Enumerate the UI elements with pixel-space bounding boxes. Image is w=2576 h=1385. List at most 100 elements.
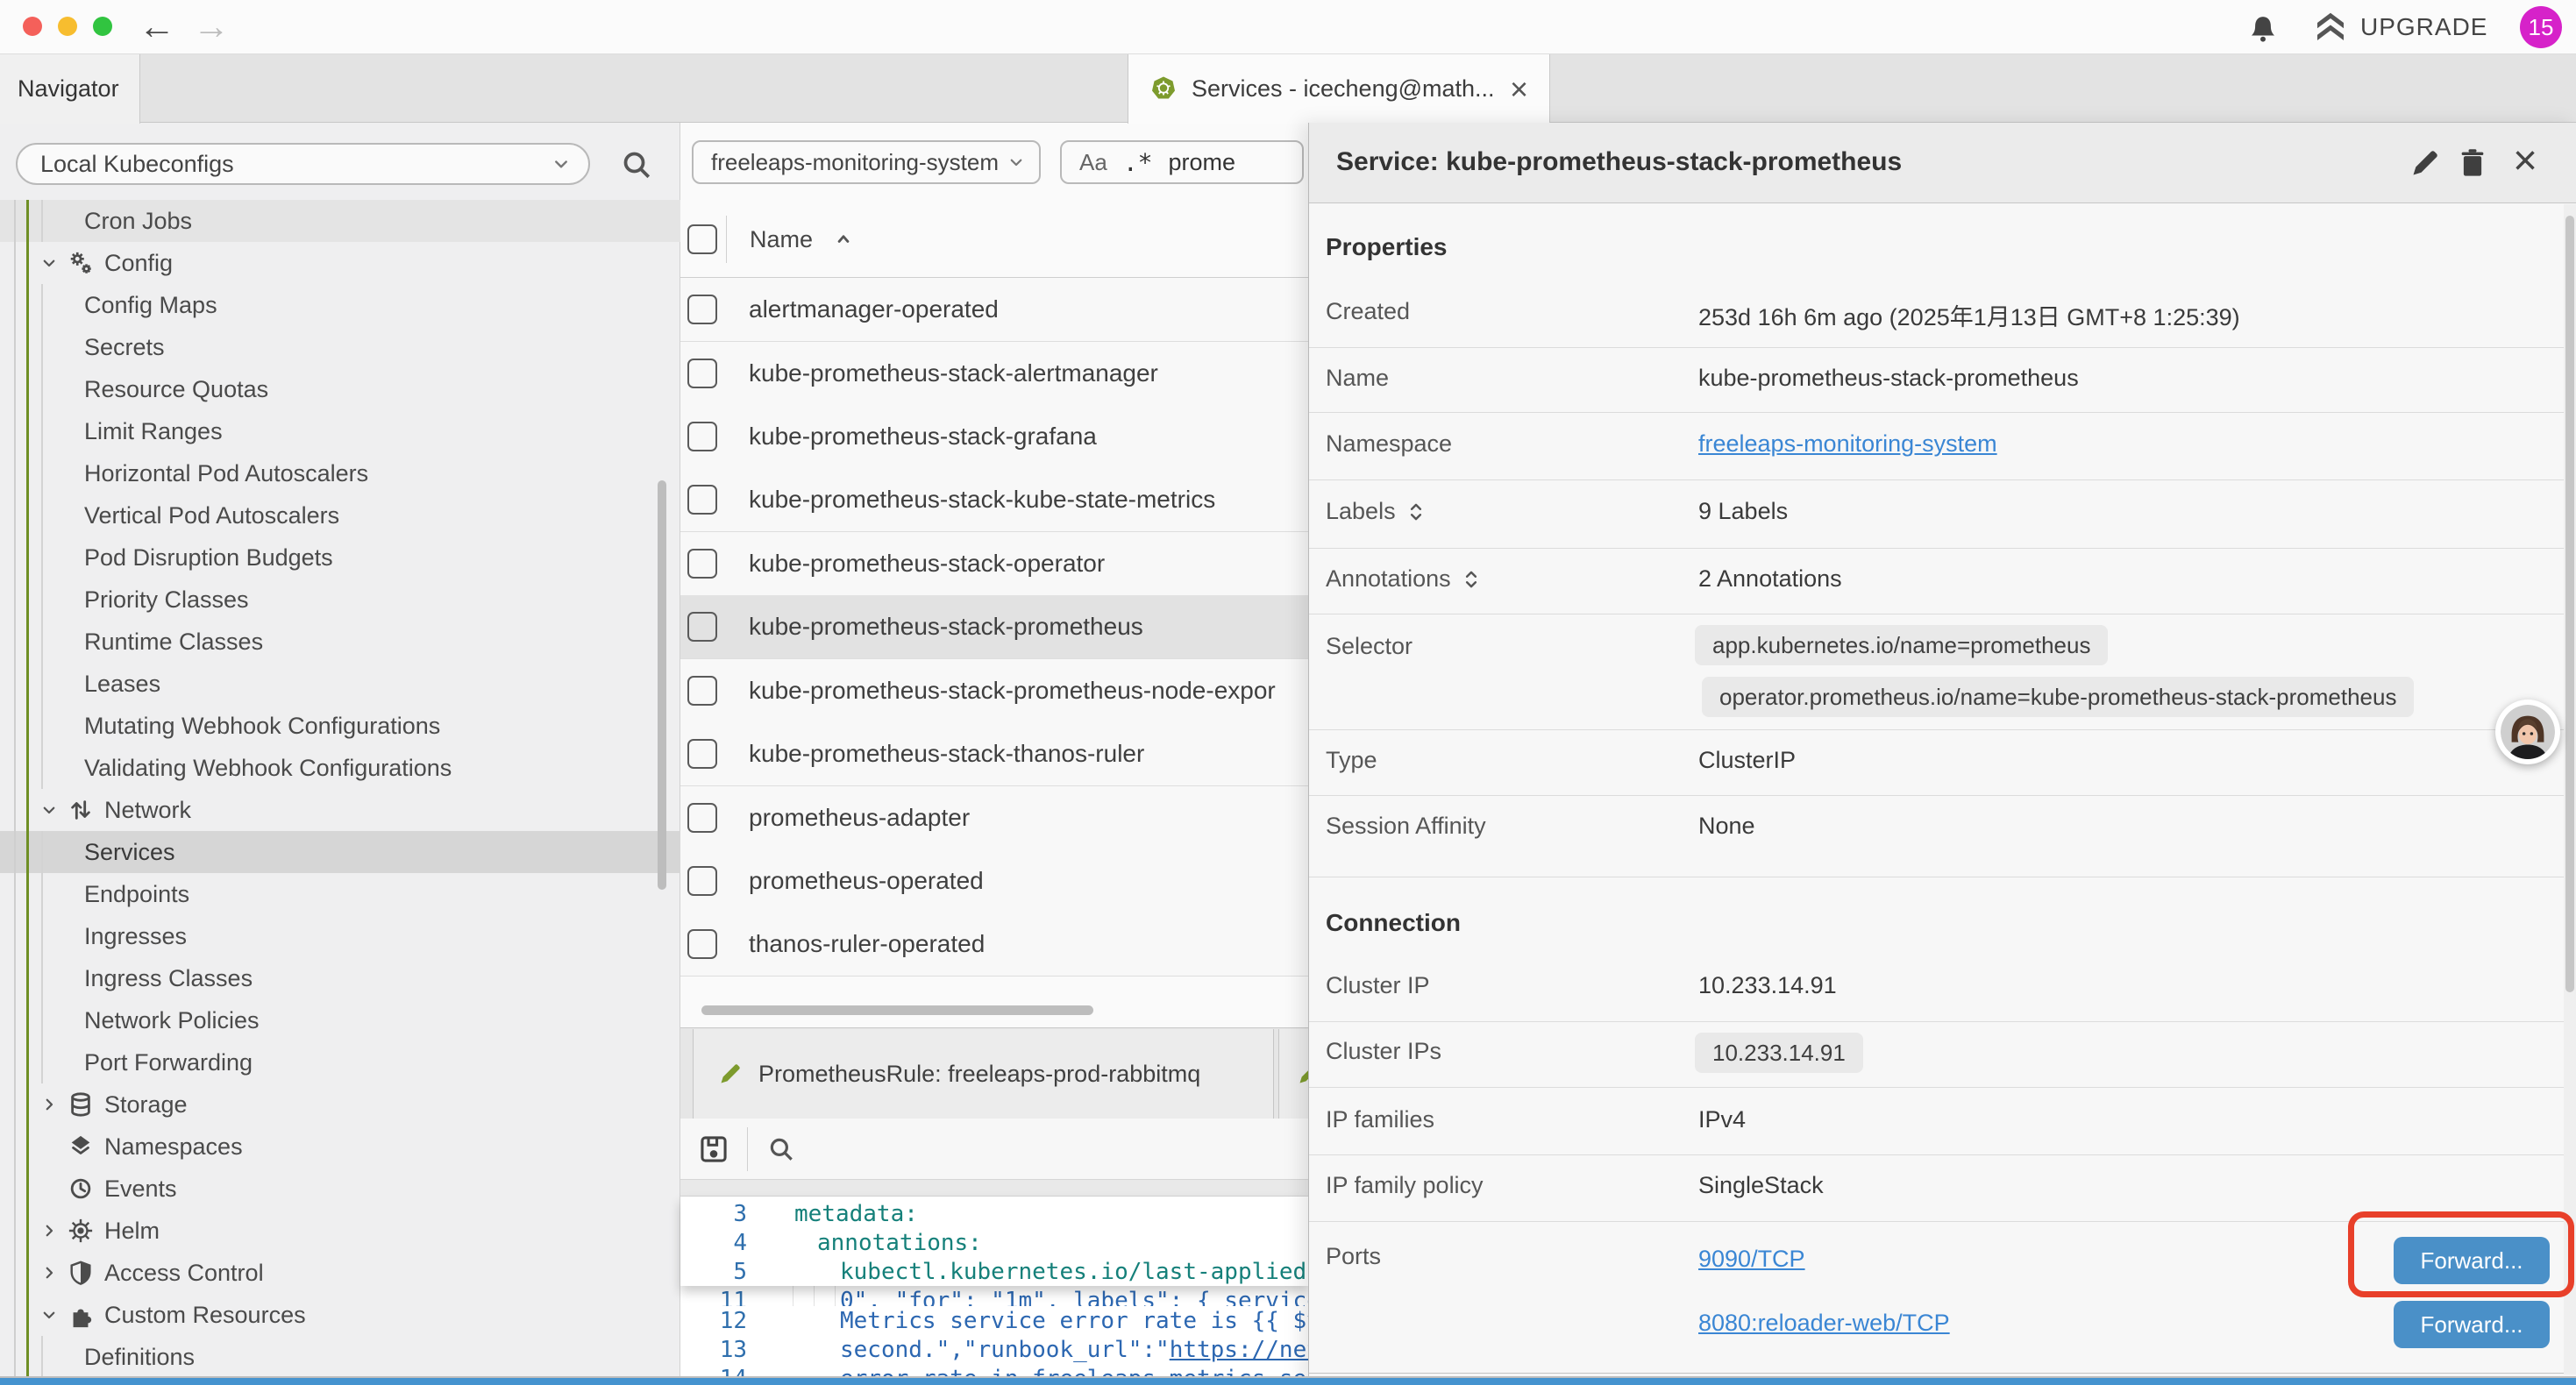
upgrade-button[interactable]: UPGRADE <box>2313 10 2487 45</box>
row-checkbox[interactable] <box>687 485 717 515</box>
sidebar-item-port-forwarding[interactable]: Port Forwarding <box>0 1041 680 1083</box>
match-case-toggle[interactable]: Aa <box>1079 149 1107 176</box>
table-row[interactable]: kube-prometheus-stack-prometheus-node-ex… <box>680 659 1308 723</box>
close-icon[interactable]: × <box>1510 71 1528 108</box>
table-row[interactable]: prometheus-operated <box>680 849 1308 913</box>
property-value[interactable]: 9 Labels <box>1698 498 1788 525</box>
editor-line[interactable]: 3 metadata: <box>680 1199 1308 1228</box>
forward-button[interactable]: Forward... <box>2394 1301 2550 1348</box>
editor-tab-prometheusrule[interactable]: PrometheusRule: freeleaps-prod-rabbitmq <box>693 1029 1274 1119</box>
row-checkbox[interactable] <box>687 739 717 769</box>
editor-line[interactable]: 4 annotations: <box>680 1228 1308 1257</box>
chevron-right-icon[interactable] <box>39 1220 60 1241</box>
table-row-selected[interactable]: kube-prometheus-stack-prometheus <box>680 595 1308 659</box>
editor-search-icon[interactable] <box>766 1134 796 1164</box>
sidebar-item-runtime-classes[interactable]: Runtime Classes <box>0 621 680 663</box>
sidebar-item-namespaces[interactable]: Namespaces <box>0 1126 680 1168</box>
port-link[interactable]: 9090/TCP <box>1698 1246 1805 1273</box>
chevron-down-icon[interactable] <box>39 252 60 273</box>
sidebar-item-limit-ranges[interactable]: Limit Ranges <box>0 410 680 452</box>
search-input[interactable]: prome <box>1169 149 1236 176</box>
table-row[interactable]: kube-prometheus-stack-kube-state-metrics <box>680 468 1308 532</box>
sidebar-item-services[interactable]: Services <box>0 831 680 873</box>
row-checkbox[interactable] <box>687 549 717 579</box>
sidebar-item-validating-webhook-configurations[interactable]: Validating Webhook Configurations <box>0 747 680 789</box>
chevron-right-icon[interactable] <box>39 1262 60 1283</box>
sidebar-item-ingress-classes[interactable]: Ingress Classes <box>0 957 680 999</box>
regex-toggle[interactable]: .* <box>1123 148 1153 177</box>
chevron-right-icon[interactable] <box>39 1094 60 1115</box>
notifications-bell-icon[interactable] <box>2246 11 2280 44</box>
row-checkbox[interactable] <box>687 803 717 833</box>
sidebar-item-vertical-pod-autoscalers[interactable]: Vertical Pod Autoscalers <box>0 494 680 536</box>
sidebar-item-secrets[interactable]: Secrets <box>0 326 680 368</box>
row-checkbox[interactable] <box>687 929 717 959</box>
sidebar-item-definitions[interactable]: Definitions <box>0 1336 680 1378</box>
row-checkbox[interactable] <box>687 866 717 896</box>
sidebar-item-config-maps[interactable]: Config Maps <box>0 284 680 326</box>
sidebar-group-custom-resources[interactable]: Custom Resources <box>0 1294 680 1336</box>
select-all-checkbox[interactable] <box>687 224 717 254</box>
row-checkbox[interactable] <box>687 676 717 706</box>
table-row[interactable]: prometheus-adapter <box>680 786 1308 850</box>
forward-button[interactable]: → <box>193 5 230 47</box>
table-row[interactable]: kube-prometheus-stack-alertmanager <box>680 342 1308 406</box>
table-row[interactable]: kube-prometheus-stack-thanos-ruler <box>680 722 1308 786</box>
sidebar-item-pod-disruption-budgets[interactable]: Pod Disruption Budgets <box>0 536 680 579</box>
table-row[interactable]: kube-prometheus-stack-operator <box>680 532 1308 596</box>
sidebar-group-access-control[interactable]: Access Control <box>0 1252 680 1294</box>
drawer-scrollbar-thumb[interactable] <box>2565 216 2574 992</box>
row-checkbox[interactable] <box>687 359 717 388</box>
editor-link[interactable]: https://net <box>1170 1337 1308 1363</box>
edit-pencil-icon[interactable] <box>2409 147 2441 179</box>
sidebar-item-resource-quotas[interactable]: Resource Quotas <box>0 368 680 410</box>
property-value[interactable]: 2 Annotations <box>1698 565 1842 593</box>
editor-line[interactable]: 5 kubectl.kubernetes.io/last-applied-co <box>680 1257 1308 1286</box>
navigator-scrollbar[interactable] <box>658 480 666 890</box>
namespace-link[interactable]: freeleaps-monitoring-system <box>1698 430 1997 458</box>
editor-line[interactable]: 12 Metrics service error rate is {{ $va <box>680 1306 1308 1335</box>
back-button[interactable]: ← <box>139 5 175 47</box>
sort-updown-icon[interactable] <box>1460 568 1483 591</box>
sidebar-item-horizontal-pod-autoscalers[interactable]: Horizontal Pod Autoscalers <box>0 452 680 494</box>
sort-updown-icon[interactable] <box>1405 501 1427 523</box>
row-checkbox[interactable] <box>687 295 717 324</box>
navigator-search-icon[interactable] <box>619 147 654 182</box>
chevron-down-icon[interactable] <box>39 799 60 820</box>
sidebar-item-events[interactable]: Events <box>0 1168 680 1210</box>
resource-search-box[interactable]: Aa .* prome <box>1060 140 1304 184</box>
sidebar-group-config[interactable]: Config <box>0 242 680 284</box>
traffic-light-minimize[interactable] <box>58 17 77 36</box>
row-checkbox[interactable] <box>687 422 717 451</box>
sidebar-item-network-policies[interactable]: Network Policies <box>0 999 680 1041</box>
sidebar-item-endpoints[interactable]: Endpoints <box>0 873 680 915</box>
sidebar-group-storage[interactable]: Storage <box>0 1083 680 1126</box>
tab-services[interactable]: Services - icecheng@math... × <box>1128 54 1550 124</box>
delete-trash-icon[interactable] <box>2457 147 2488 179</box>
kubeconfig-selector[interactable]: Local Kubeconfigs <box>16 143 590 185</box>
chevron-down-icon[interactable] <box>39 1304 60 1325</box>
sidebar-group-network[interactable]: Network <box>0 789 680 831</box>
row-checkbox[interactable] <box>687 612 717 642</box>
profile-badge[interactable]: 15 <box>2520 6 2562 48</box>
avatar[interactable] <box>2495 700 2560 764</box>
sidebar-group-helm[interactable]: Helm <box>0 1210 680 1252</box>
sidebar-item-ingresses[interactable]: Ingresses <box>0 915 680 957</box>
column-header-name[interactable]: Name <box>750 226 813 253</box>
sidebar-item-cron-jobs[interactable]: Cron Jobs <box>0 200 680 242</box>
table-row[interactable]: kube-prometheus-stack-grafana <box>680 405 1308 469</box>
save-icon[interactable] <box>697 1133 730 1166</box>
editor-line[interactable]: 13 second.","runbook_url":" https://net <box>680 1335 1308 1364</box>
editor-tab-partial[interactable] <box>1278 1029 1308 1119</box>
port-link[interactable]: 8080:reloader-web/TCP <box>1698 1310 1950 1337</box>
traffic-light-close[interactable] <box>23 17 42 36</box>
table-row[interactable]: alertmanager-operated <box>680 278 1308 342</box>
tab-navigator[interactable]: Navigator <box>0 54 140 124</box>
sidebar-item-mutating-webhook-configurations[interactable]: Mutating Webhook Configurations <box>0 705 680 747</box>
table-row[interactable]: thanos-ruler-operated <box>680 913 1308 977</box>
sidebar-item-priority-classes[interactable]: Priority Classes <box>0 579 680 621</box>
namespace-selector[interactable]: freeleaps-monitoring-system <box>692 140 1041 184</box>
traffic-light-zoom[interactable] <box>93 17 112 36</box>
horizontal-scrollbar[interactable] <box>701 1005 1093 1015</box>
sort-ascending-icon[interactable] <box>832 228 855 251</box>
